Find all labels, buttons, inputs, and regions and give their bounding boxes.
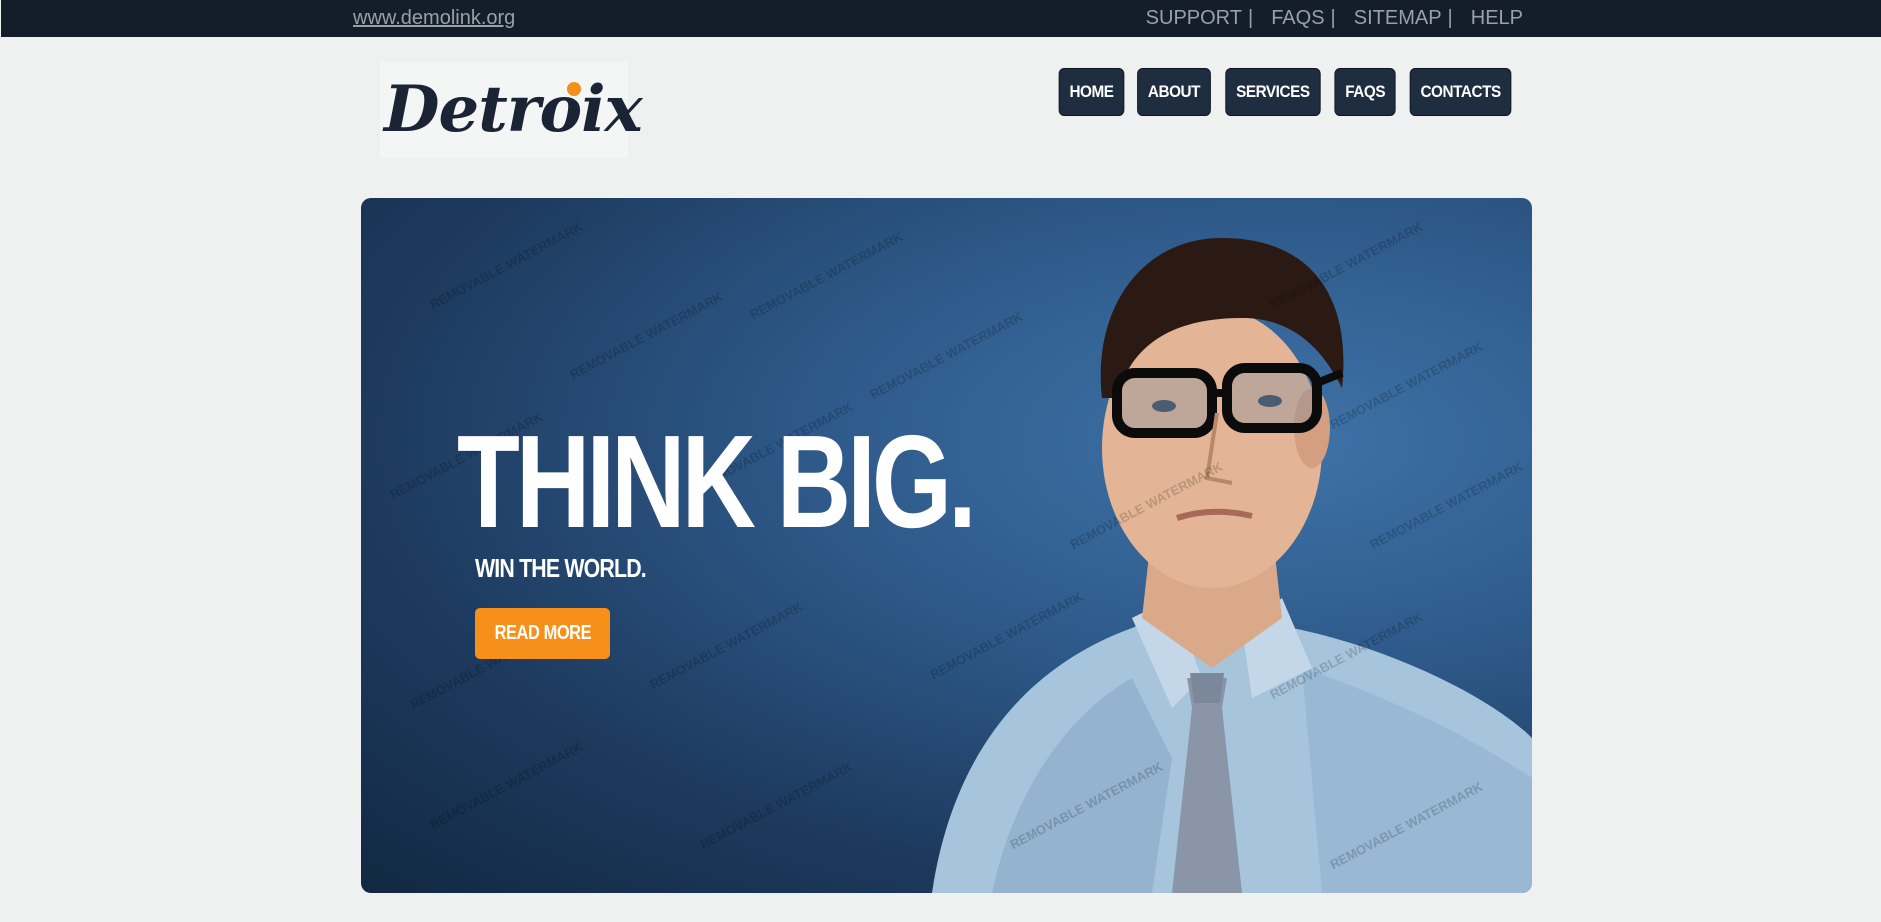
hero-banner: REMOVABLE WATERMARK REMOVABLE WATERMARK … (361, 198, 1532, 893)
main-nav: HOME ABOUT SERVICES FAQS CONTACTS (1055, 68, 1517, 116)
separator: | (1330, 7, 1336, 29)
read-more-button[interactable]: READ MORE (475, 608, 610, 659)
nav-contacts-button[interactable]: CONTACTS (1409, 68, 1512, 116)
watermark: REMOVABLE WATERMARK (647, 598, 806, 693)
nav-about-button[interactable]: ABOUT (1136, 68, 1211, 116)
top-links: SUPPORT | FAQS | SITEMAP | HELP (1146, 7, 1523, 30)
watermark: REMOVABLE WATERMARK (427, 218, 586, 313)
top-link-support[interactable]: SUPPORT (1146, 7, 1242, 30)
logo-text: Detroix (384, 72, 643, 147)
nav-faqs-button[interactable]: FAQS (1333, 68, 1396, 116)
hero-headline: THINK BIG. (457, 408, 977, 555)
nav-home-button[interactable]: HOME (1058, 68, 1125, 116)
watermark: REMOVABLE WATERMARK (567, 288, 726, 383)
logo[interactable]: Detroix (380, 62, 643, 158)
separator: | (1247, 7, 1254, 29)
read-more-label: READ MORE (494, 622, 591, 644)
hero-subline: WIN THE WORLD. (475, 553, 647, 583)
logo-dot-icon (567, 82, 581, 96)
nav-services-button[interactable]: SERVICES (1225, 68, 1321, 116)
top-link-help[interactable]: HELP (1471, 7, 1523, 30)
watermark: REMOVABLE WATERMARK (697, 758, 856, 853)
separator: | (1447, 7, 1453, 29)
top-link-faqs[interactable]: FAQS (1271, 7, 1324, 30)
top-bar: www.demolink.org SUPPORT | FAQS | SITEMA… (1, 0, 1881, 37)
top-link-sitemap[interactable]: SITEMAP (1354, 7, 1442, 30)
site-link[interactable]: www.demolink.org (353, 7, 515, 30)
watermark: REMOVABLE WATERMARK (427, 738, 586, 833)
